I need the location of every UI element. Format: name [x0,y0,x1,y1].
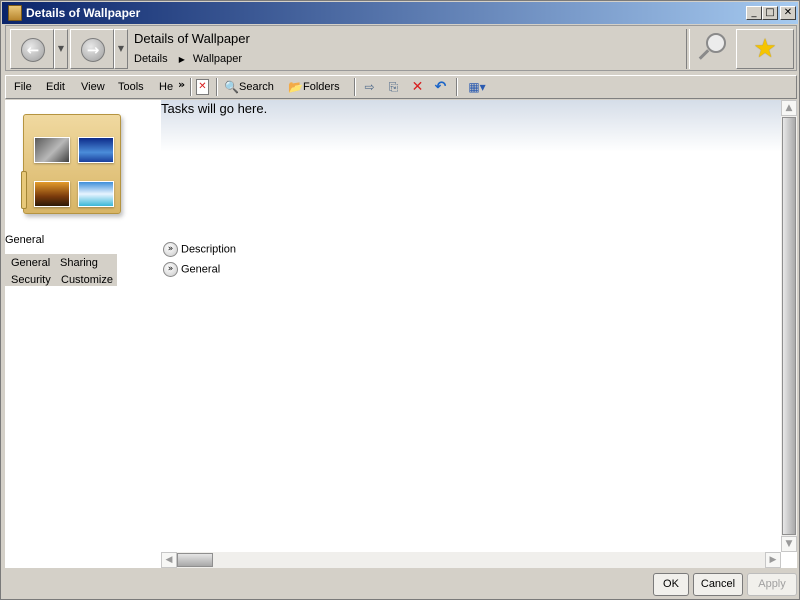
section-description-label: Description [181,243,237,256]
views-icon: ▦▾ [468,79,486,94]
toolbar-separator [354,78,356,96]
move-to-icon: ⇨ [364,79,375,94]
scroll-left-button[interactable]: ◀ [161,552,177,568]
menu-file[interactable]: File [14,81,32,93]
breadcrumb: Details ▶ Wallpaper [134,53,242,65]
breadcrumb-item-details[interactable]: Details [134,53,168,65]
wallpaper-thumbnail [78,137,114,163]
folders-tool-label: Folders [303,81,340,93]
section-general-label: General [181,263,221,276]
magnifier-handle [698,49,710,60]
menu-overflow-chevron-icon[interactable]: » [178,78,185,91]
menu-tools[interactable]: Tools [118,81,144,93]
title-bar[interactable]: Details of Wallpaper _ □ ✕ [2,2,798,24]
left-pane: General General Sharing Security Customi… [5,100,155,568]
search-icon: 🔍 [224,79,239,94]
search-tool-button[interactable]: 🔍Search [224,79,274,96]
details-window: Details of Wallpaper _ □ ✕ ← ▼ → ▼ Detai… [0,0,800,600]
maximize-button[interactable]: □ [762,6,778,20]
address-title: Details of Wallpaper [134,31,250,46]
toolbar-separator [456,78,458,96]
close-document-icon[interactable]: ✕ [196,79,209,95]
delete-icon: ✕ [411,78,424,95]
folder-tab [21,171,27,209]
apply-button[interactable]: Apply [747,573,797,596]
scroll-right-button[interactable]: ▶ [765,552,781,568]
nav-divider [686,29,690,69]
main-pane: Tasks will go here. » Description » Genera… [161,100,781,552]
search-tool-label: Search [239,81,274,93]
folder-icon [8,5,22,21]
folders-tool-button[interactable]: 📂Folders [288,79,340,96]
menu-edit[interactable]: Edit [46,81,65,93]
expand-chevron-icon[interactable]: » [163,242,178,257]
ok-button[interactable]: OK [653,573,689,596]
tab-sharing[interactable]: Sharing [60,257,98,269]
copy-to-icon: ⎘ [388,79,399,94]
wallpaper-thumbnail [78,181,114,207]
forward-arrow-icon: → [81,38,105,62]
vertical-scrollbar[interactable]: ▲ ▼ [781,100,797,552]
toolbar: File Edit View Tools He » ✕ 🔍Search 📂Fol… [5,75,797,99]
search-button[interactable] [694,29,734,69]
section-general[interactable]: » General [163,262,220,278]
content-area: General General Sharing Security Customi… [5,100,797,568]
tasks-placeholder-text: Tasks will go here. [161,101,268,116]
scroll-up-button[interactable]: ▲ [781,100,797,116]
magnifier-icon [706,33,726,53]
window-title: Details of Wallpaper [26,6,141,20]
forward-history-dropdown[interactable]: ▼ [114,29,128,69]
views-button[interactable]: ▦▾ [464,79,490,96]
move-to-button[interactable]: ⇨ [362,79,377,96]
breadcrumb-separator-icon[interactable]: ▶ [179,55,185,64]
left-pane-caption: General [5,234,45,246]
undo-button[interactable]: ↶ [433,79,448,96]
expand-chevron-icon[interactable]: » [163,262,178,277]
navigation-bar: ← ▼ → ▼ Details of Wallpaper Details ▶ W… [5,25,797,71]
folders-icon: 📂 [288,79,303,94]
scroll-down-button[interactable]: ▼ [781,536,797,552]
back-history-dropdown[interactable]: ▼ [54,29,68,69]
vertical-scroll-thumb[interactable] [782,117,796,535]
property-tabs: General Sharing Security Customize [5,254,117,286]
back-button[interactable]: ← [10,29,54,69]
cancel-button[interactable]: Cancel [693,573,743,596]
undo-icon: ↶ [434,78,447,95]
tasks-band: Tasks will go here. [161,100,781,152]
toolbar-separator [190,78,192,96]
tab-general[interactable]: General [11,257,50,269]
favorites-star-icon[interactable]: ★ [736,29,794,69]
breadcrumb-item-wallpaper[interactable]: Wallpaper [193,53,242,65]
horizontal-scroll-thumb[interactable] [177,553,213,567]
forward-button[interactable]: → [70,29,114,69]
wallpaper-thumbnail [34,181,70,207]
tab-security[interactable]: Security [11,274,51,286]
back-arrow-icon: ← [21,38,45,62]
wallpaper-folder-icon [21,114,121,214]
tab-customize[interactable]: Customize [61,274,113,286]
menu-help[interactable]: He [159,81,173,93]
close-button[interactable]: ✕ [780,6,796,20]
toolbar-separator [216,78,218,96]
wallpaper-thumbnail [34,137,70,163]
copy-to-button[interactable]: ⎘ [386,79,401,96]
horizontal-scrollbar[interactable]: ◀ ▶ [161,552,781,568]
delete-button[interactable]: ✕ [410,79,425,96]
menu-view[interactable]: View [81,81,105,93]
section-description[interactable]: » Description [163,242,236,258]
minimize-button[interactable]: _ [746,6,762,20]
